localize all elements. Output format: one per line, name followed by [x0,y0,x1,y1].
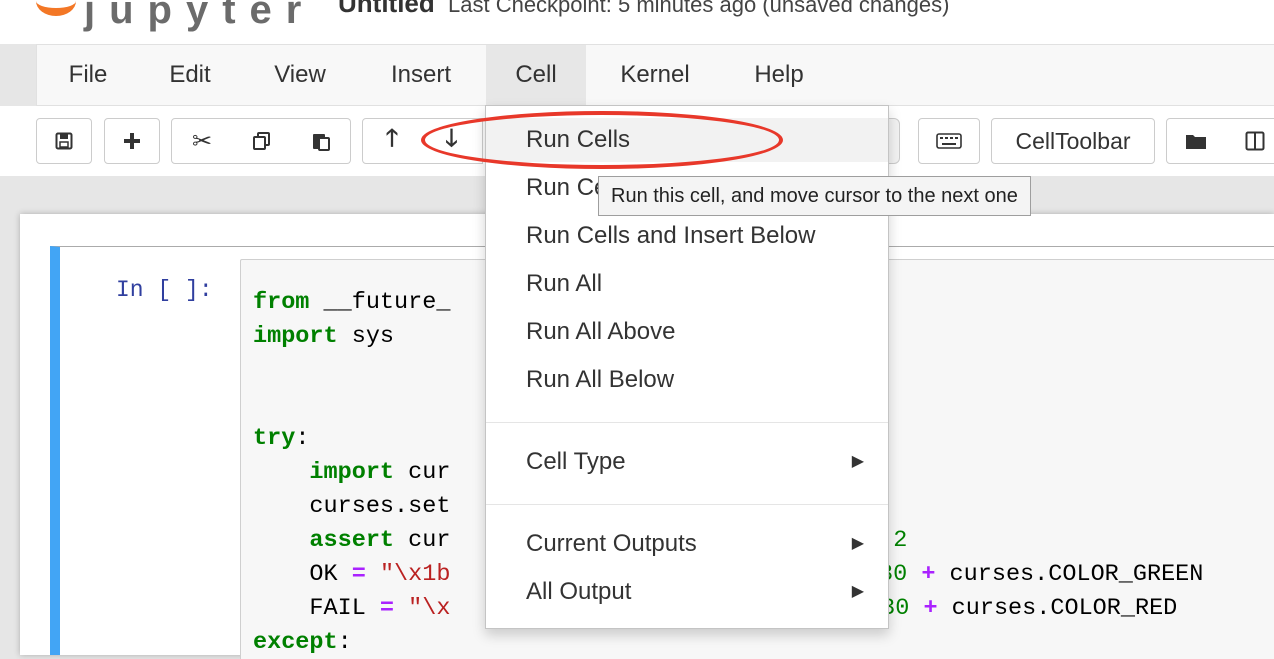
code-line-11: except: [253,629,352,656]
menu-current-outputs-label: Current Outputs [526,530,697,557]
code-line-1: from __future_ [253,289,451,316]
move-up-button[interactable]: 🡑 [362,118,422,164]
menu-kernel[interactable]: Kernel [599,45,711,105]
open-folder-button[interactable] [1166,118,1226,164]
folder-icon [1186,135,1206,149]
tooltip: Run this cell, and move cursor to the ne… [598,176,1031,216]
menu-all-output-label: All Output [526,578,632,605]
menu-divider [486,422,888,423]
menu-all-output[interactable]: All Output ▶ [486,570,888,614]
insert-cell-button[interactable] [104,118,160,164]
code-line-9: OK = "\x1b [253,561,451,588]
cut-button[interactable]: ✂ [171,118,233,164]
paste-button[interactable] [291,118,351,164]
code-line-5: try: [253,425,310,452]
checkpoint-status: Last Checkpoint: 5 minutes ago (unsaved … [448,0,950,17]
columns-icon [1245,131,1264,151]
menu-file[interactable]: File [45,45,131,105]
menu-run-all-above[interactable]: Run All Above [486,310,888,354]
menu-cell[interactable]: Cell [486,45,586,105]
keyboard-icon [936,133,962,149]
notebook-name[interactable]: Untitled [338,0,435,18]
code-line-7: curses.set [253,493,451,520]
command-palette-button[interactable] [918,118,980,164]
menu-help[interactable]: Help [727,45,831,105]
menu-insert[interactable]: Insert [365,45,477,105]
jupyter-logo-icon [36,0,76,16]
menu-current-outputs[interactable]: Current Outputs ▶ [486,522,888,566]
paste-icon [312,134,330,151]
copy-icon [252,132,270,150]
layout-toggle-button[interactable] [1225,118,1274,164]
menu-cell-type[interactable]: Cell Type ▶ [486,440,888,484]
menubar: File Edit View Insert Cell Kernel Help [36,44,1274,106]
code-line-8: assert cur [309,527,451,554]
caret-right-icon: ▶ [851,583,864,600]
scissors-icon: ✂ [191,127,213,155]
notebook-header: jupyter Untitled Last Checkpoint: 5 minu… [0,0,1274,44]
plus-icon [124,133,140,149]
caret-right-icon: ▶ [851,453,864,470]
code-fragment-10: (30 + curses.COLOR_RED [867,595,1178,622]
caret-right-icon: ▶ [851,535,864,552]
arrow-up-icon: 🡑 [385,124,399,152]
code-fragment-9: 30 + curses.COLOR_GREEN [879,561,1204,588]
code-line-2: import sys [253,323,395,350]
code-line-10: FAIL = "\x [253,595,451,622]
code-line-6: import cur [309,459,451,486]
menu-edit[interactable]: Edit [145,45,235,105]
celltoolbar-button[interactable]: CellToolbar [991,118,1155,164]
menu-cell-type-label: Cell Type [526,448,626,475]
jupyter-logo-text: jupyter [84,0,316,32]
notebook-title: Untitled Last Checkpoint: 5 minutes ago … [338,0,949,16]
menu-run-all-below[interactable]: Run All Below [486,358,888,402]
menu-run-all[interactable]: Run All [486,262,888,306]
menu-run-cells-insert-below[interactable]: Run Cells and Insert Below [486,214,888,258]
menu-view[interactable]: View [251,45,349,105]
save-button[interactable] [36,118,92,164]
save-icon [55,132,73,150]
input-prompt: In [ ]: [116,277,213,303]
menu-divider [486,504,888,505]
copy-button[interactable] [232,118,292,164]
jupyter-logo[interactable]: jupyter [36,0,301,30]
highlight-annotation [421,111,783,169]
